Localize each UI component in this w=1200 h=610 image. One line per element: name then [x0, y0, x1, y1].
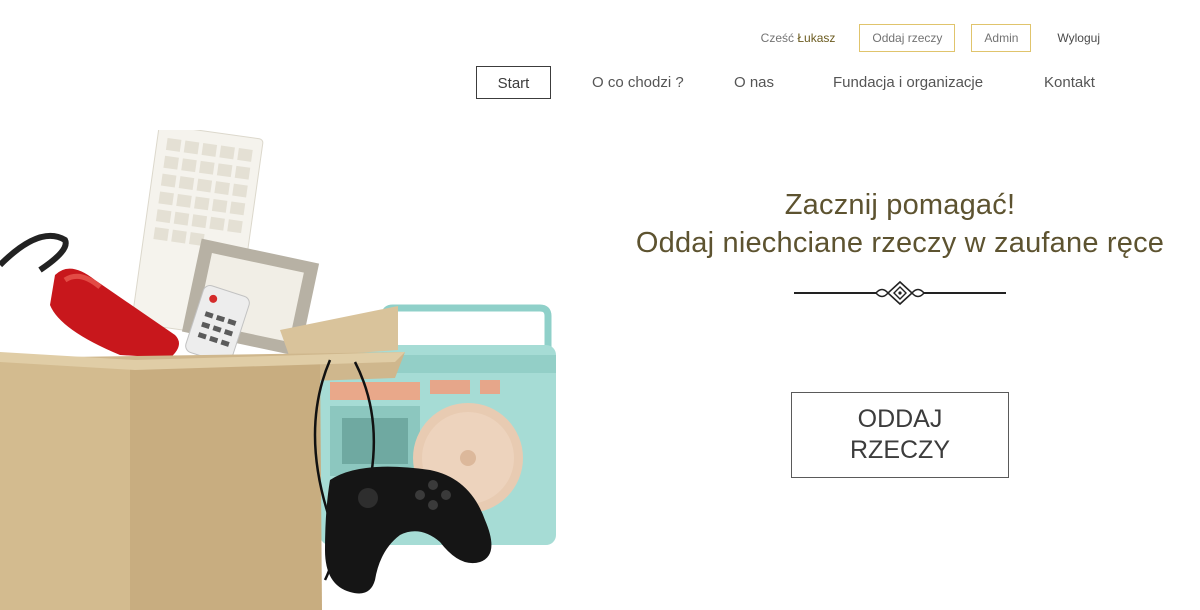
page: Cześć Łukasz Oddaj rzeczy Admin Wyloguj …	[0, 0, 1200, 610]
hero-subheadline: Oddaj niechciane rzeczy w zaufane ręce	[635, 227, 1165, 259]
nav-item-contact[interactable]: Kontakt	[1044, 66, 1095, 99]
user-greeting: Cześć Łukasz	[761, 31, 836, 45]
cta-line-1: ODDAJ	[857, 405, 943, 433]
cta-line-2: RZECZY	[850, 436, 950, 464]
decoration-ornament	[794, 280, 1006, 306]
give-things-button[interactable]: Oddaj rzeczy	[859, 24, 956, 52]
hero-headline: Zacznij pomagać!	[784, 189, 1016, 221]
nav-item-foundations[interactable]: Fundacja i organizacje	[833, 66, 983, 99]
admin-button[interactable]: Admin	[971, 24, 1032, 52]
main-nav: Start O co chodzi ? O nas Fundacja i org…	[476, 66, 1116, 99]
nav-item-what-is-it[interactable]: O co chodzi ?	[592, 66, 684, 99]
hero-image	[0, 130, 556, 610]
hero-text: Zacznij pomagać! Oddaj niechciane rzeczy…	[620, 186, 1180, 306]
nav-item-start[interactable]: Start	[476, 66, 551, 99]
user-name: Łukasz	[797, 31, 836, 45]
logout-link[interactable]: Wyloguj	[1057, 31, 1100, 45]
nav-item-about[interactable]: O nas	[734, 66, 774, 99]
greeting-prefix: Cześć	[760, 31, 798, 45]
give-things-cta-button[interactable]: ODDAJ RZECZY	[791, 392, 1009, 478]
user-bar: Cześć Łukasz Oddaj rzeczy Admin Wyloguj	[761, 23, 1100, 53]
